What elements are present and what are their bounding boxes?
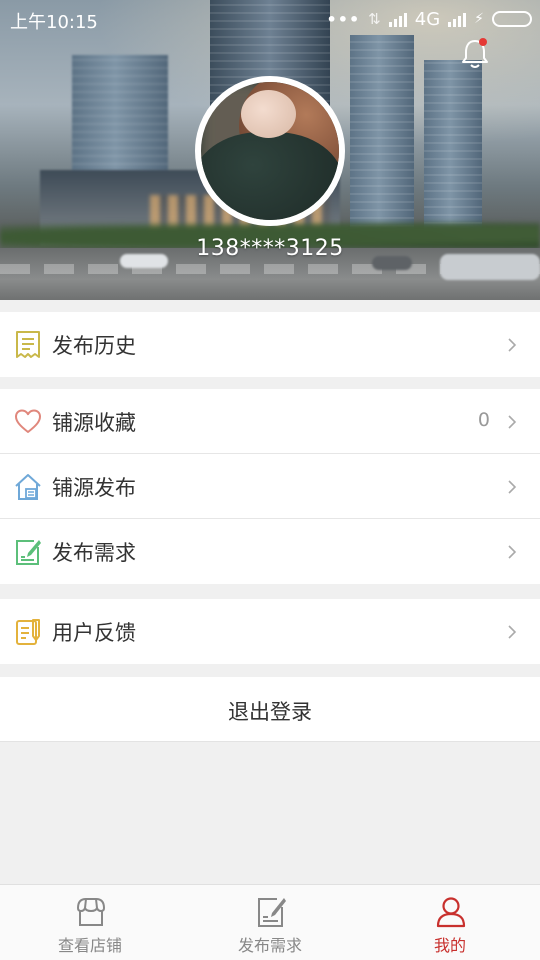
tab-publish-demand[interactable]: 发布需求	[180, 885, 360, 960]
tab-label: 我的	[433, 936, 466, 955]
menu-group-shops: 铺源收藏 0 铺源发布 发布需求	[0, 389, 540, 584]
data-transfer-icon: ⇅	[368, 10, 381, 28]
bottom-tab-bar: 查看店铺 发布需求 我的	[0, 884, 540, 960]
tab-mine[interactable]: 我的	[360, 885, 540, 960]
tab-label: 查看店铺	[57, 936, 122, 955]
menu-item-label: 发布历史	[52, 334, 136, 358]
house-icon	[15, 474, 41, 500]
menu-item-user-feedback[interactable]: 用户反馈	[0, 599, 540, 664]
menu-item-shop-publish[interactable]: 铺源发布	[0, 454, 540, 519]
menu-group-history: 发布历史	[0, 312, 540, 377]
logout-label: 退出登录	[228, 700, 312, 724]
more-dots-icon: •••	[326, 9, 361, 29]
user-icon	[436, 897, 466, 928]
menu-item-label: 铺源发布	[52, 476, 136, 500]
chevron-right-icon	[508, 625, 517, 639]
avatar[interactable]	[195, 76, 345, 226]
menu-item-publish-demand[interactable]: 发布需求	[0, 519, 540, 584]
receipt-icon	[16, 331, 40, 358]
tab-view-shops[interactable]: 查看店铺	[0, 885, 180, 960]
notification-dot	[479, 38, 487, 46]
background-building	[424, 60, 482, 240]
menu-item-label: 发布需求	[52, 541, 136, 565]
heart-icon	[15, 409, 41, 433]
chevron-right-icon	[508, 480, 517, 494]
signal-icon	[388, 11, 407, 27]
feedback-icon	[16, 619, 40, 645]
status-bar: 上午10:15 ••• ⇅ 4G ⚡	[0, 0, 540, 38]
menu-group-feedback: 用户反馈	[0, 599, 540, 664]
logout-button[interactable]: 退出登录	[0, 677, 540, 742]
status-time: 上午10:15	[10, 12, 98, 33]
notification-bell-icon[interactable]	[459, 36, 491, 70]
shop-icon	[77, 898, 105, 926]
chevron-right-icon	[508, 338, 517, 352]
battery-icon	[492, 11, 532, 27]
charging-icon: ⚡	[474, 11, 484, 27]
chevron-right-icon	[508, 415, 517, 429]
menu-item-publish-history[interactable]: 发布历史	[0, 312, 540, 377]
chevron-right-icon	[508, 545, 517, 559]
favorites-count: 0	[477, 409, 490, 431]
user-phone: 138****3125	[196, 236, 344, 261]
network-type: 4G	[414, 8, 441, 30]
edit-note-icon	[258, 898, 286, 927]
menu-item-shop-favorites[interactable]: 铺源收藏 0	[0, 389, 540, 454]
signal-icon	[448, 11, 467, 27]
menu-item-label: 铺源收藏	[52, 411, 136, 435]
profile-header: 上午10:15 ••• ⇅ 4G ⚡ 138****3125	[0, 0, 540, 300]
edit-note-icon	[16, 540, 41, 565]
status-icons: ••• ⇅ 4G ⚡	[326, 7, 532, 31]
menu-item-label: 用户反馈	[52, 621, 136, 645]
tab-label: 发布需求	[237, 936, 302, 955]
background-building	[350, 35, 414, 235]
